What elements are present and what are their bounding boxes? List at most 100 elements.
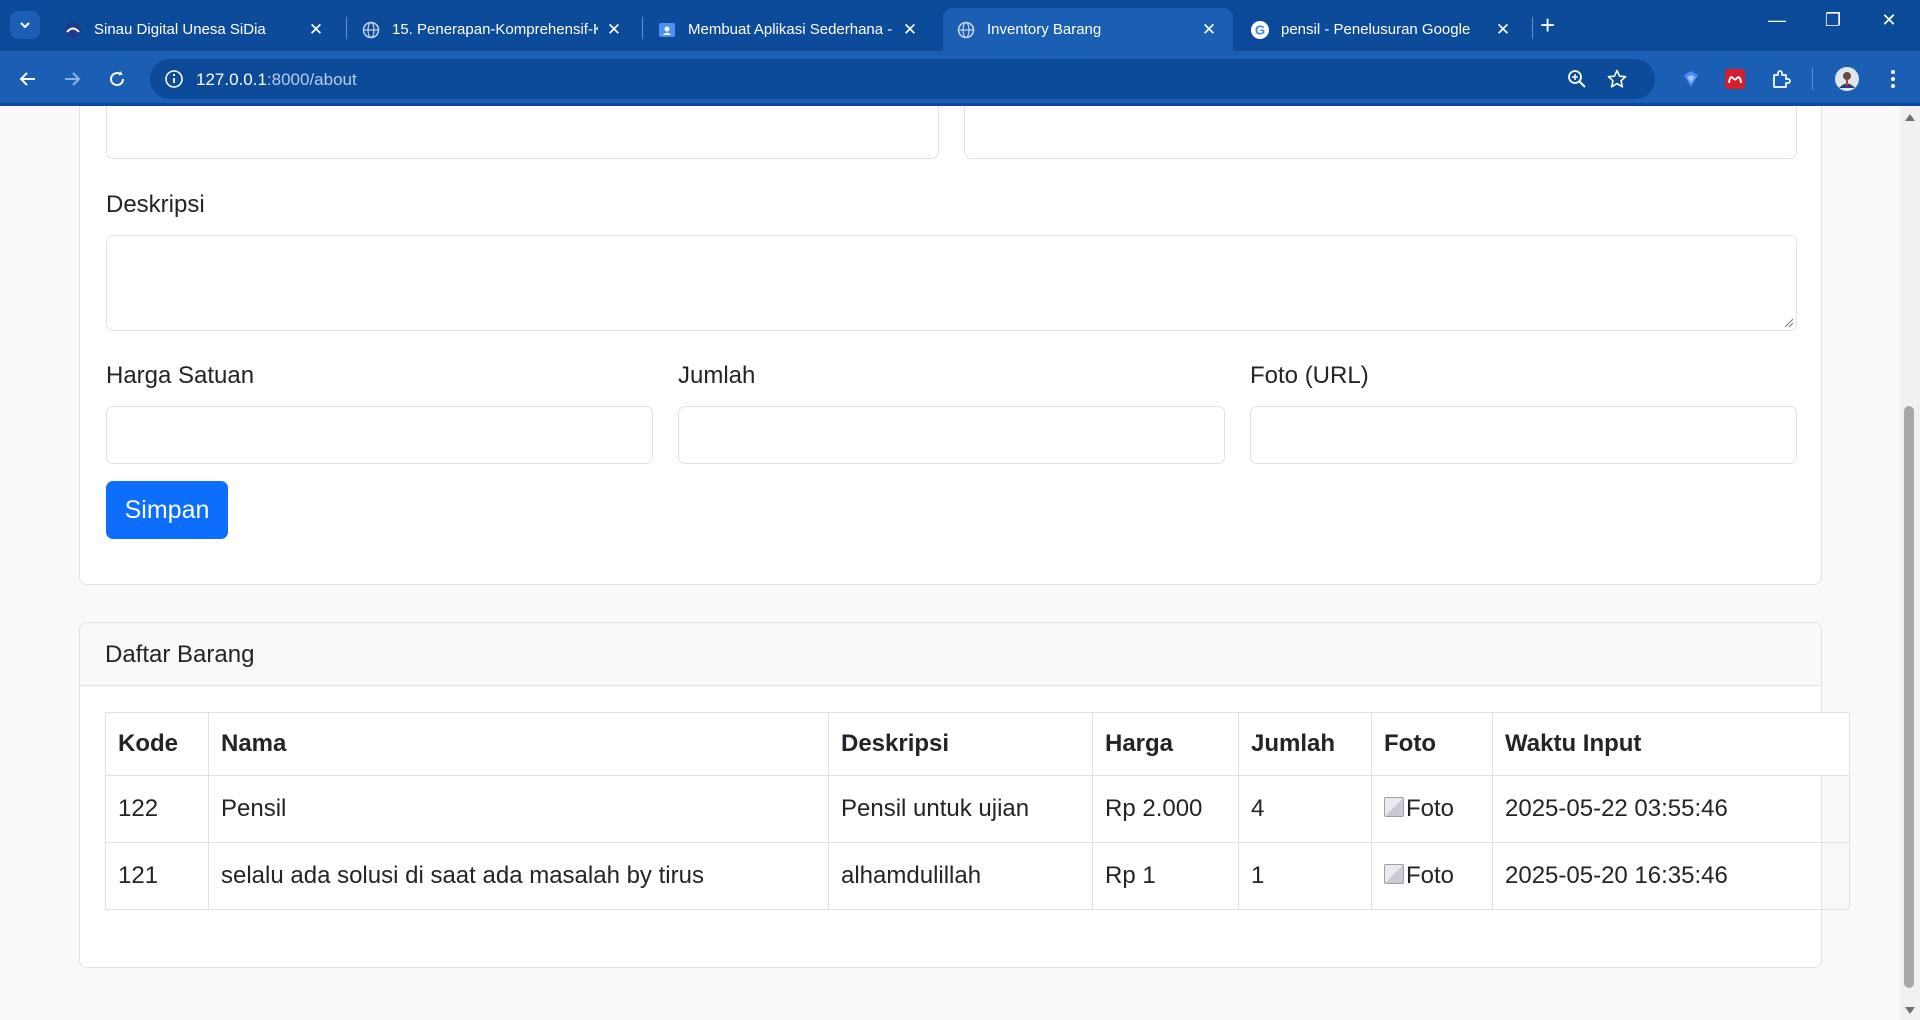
- col-deskripsi: Deskripsi: [828, 712, 1093, 776]
- broken-image: Foto: [1384, 862, 1454, 890]
- cell-waktu-input: 2025-05-20 16:35:46: [1492, 842, 1850, 910]
- tab-title: Membuat Aplikasi Sederhana -: [688, 21, 893, 38]
- profile-avatar[interactable]: [1835, 67, 1859, 91]
- daftar-barang-card: Daftar Barang Kode Nama Deskripsi Harga …: [79, 622, 1850, 968]
- new-tab-button[interactable]: +: [1540, 11, 1555, 39]
- google-icon: G: [1251, 20, 1269, 39]
- foto-alt-text: Foto: [1406, 794, 1455, 822]
- col-foto: Foto: [1371, 712, 1493, 776]
- tab-title: 15. Penerapan-Komprehensif-K: [392, 21, 598, 38]
- address-bar[interactable]: 127.0.0.1:8000/about: [150, 59, 1655, 99]
- scroll-up-arrow-icon[interactable]: [1905, 114, 1915, 121]
- arrow-left-icon: [19, 72, 35, 86]
- url-text: 127.0.0.1:8000/about: [196, 70, 357, 90]
- cell-deskripsi: Pensil untuk ujian: [828, 775, 1093, 843]
- tab-penerapan[interactable]: 15. Penerapan-Komprehensif-K ✕: [348, 8, 638, 51]
- foto-url-label: Foto (URL): [1250, 362, 1369, 389]
- foto-url-input[interactable]: [1250, 406, 1797, 464]
- form-card: Deskripsi Harga Satuan Jumlah Foto (URL)…: [79, 106, 1822, 585]
- cell-jumlah: 1: [1238, 842, 1372, 910]
- cell-kode: 121: [105, 842, 209, 910]
- close-window-button[interactable]: ✕: [1866, 10, 1912, 31]
- jumlah-label: Jumlah: [678, 362, 756, 389]
- tab-membuat-aplikasi[interactable]: Membuat Aplikasi Sederhana - ✕: [644, 8, 934, 51]
- cell-nama: Pensil: [208, 775, 829, 843]
- deskripsi-textarea[interactable]: [106, 235, 1797, 331]
- simpan-button[interactable]: Simpan: [106, 481, 228, 539]
- harga-satuan-label: Harga Satuan: [106, 362, 255, 389]
- broken-image: Foto: [1384, 795, 1454, 823]
- page-scrollbar[interactable]: [1900, 106, 1920, 1020]
- reload-icon: [110, 71, 125, 87]
- cell-harga: Rp 2.000: [1092, 775, 1239, 843]
- close-tab-icon[interactable]: ✕: [604, 20, 624, 40]
- deskripsi-label: Deskripsi: [106, 191, 205, 218]
- card-header: Daftar Barang: [80, 623, 1821, 686]
- tab-title: Sinau Digital Unesa SiDia: [94, 21, 266, 38]
- zoom-icon[interactable]: [1566, 68, 1588, 90]
- page-viewport: Deskripsi Harga Satuan Jumlah Foto (URL)…: [0, 106, 1900, 1020]
- cell-foto: Foto: [1371, 842, 1493, 910]
- col-harga: Harga: [1092, 712, 1239, 776]
- close-tab-icon[interactable]: ✕: [1199, 20, 1219, 40]
- close-tab-icon[interactable]: ✕: [306, 20, 326, 40]
- scrollbar-thumb[interactable]: [1904, 406, 1914, 988]
- table-header-row: Kode Nama Deskripsi Harga Jumlah Foto Wa…: [105, 712, 1850, 776]
- toolbar-divider: [1812, 68, 1813, 90]
- tab-divider: [346, 17, 347, 39]
- chevron-down-icon: [20, 22, 30, 29]
- tab-title: Inventory Barang: [987, 21, 1102, 38]
- tab-divider: [1532, 17, 1533, 39]
- tab-divider: [642, 17, 643, 39]
- barang-table: Kode Nama Deskripsi Harga Jumlah Foto Wa…: [105, 712, 1850, 910]
- broken-image-icon: [1384, 796, 1404, 817]
- back-button[interactable]: [14, 65, 42, 93]
- nama-input[interactable]: [964, 106, 1797, 159]
- tab-google-search[interactable]: G pensil - Penelusuran Google ✕: [1237, 8, 1527, 51]
- svg-text:G: G: [1255, 22, 1265, 37]
- col-jumlah: Jumlah: [1238, 712, 1372, 776]
- globe-icon: [957, 21, 975, 39]
- sidia-logo-icon: [64, 21, 82, 39]
- harga-satuan-input[interactable]: [106, 406, 653, 464]
- col-kode: Kode: [105, 712, 209, 776]
- kode-input[interactable]: [106, 106, 939, 159]
- scroll-down-arrow-icon[interactable]: [1905, 1007, 1915, 1014]
- forward-button[interactable]: [58, 65, 86, 93]
- col-nama: Nama: [208, 712, 829, 776]
- classroom-icon: [658, 21, 676, 39]
- table-row: 121 selalu ada solusi di saat ada masala…: [105, 842, 1850, 910]
- reload-button[interactable]: [103, 65, 131, 93]
- cell-jumlah: 4: [1238, 775, 1372, 843]
- tab-inventory-barang[interactable]: Inventory Barang ✕: [943, 8, 1233, 51]
- table-row: 122 Pensil Pensil untuk ujian Rp 2.000 4…: [105, 775, 1850, 843]
- close-tab-icon[interactable]: ✕: [1493, 20, 1513, 40]
- cell-kode: 122: [105, 775, 209, 843]
- jumlah-input[interactable]: [678, 406, 1225, 464]
- extension-mendeley-icon[interactable]: [1723, 67, 1747, 91]
- restore-button[interactable]: ❐: [1810, 10, 1856, 31]
- cell-foto: Foto: [1371, 775, 1493, 843]
- tab-title: pensil - Penelusuran Google: [1281, 21, 1471, 38]
- site-info-icon[interactable]: [164, 69, 184, 89]
- cell-nama: selalu ada solusi di saat ada masalah by…: [208, 842, 829, 910]
- tab-strip: Sinau Digital Unesa SiDia ✕ 15. Penerapa…: [0, 0, 1920, 51]
- minimize-button[interactable]: —: [1754, 10, 1800, 31]
- daftar-barang-title: Daftar Barang: [105, 641, 255, 668]
- arrow-right-icon: [65, 72, 81, 86]
- resize-handle-icon[interactable]: [1784, 318, 1794, 328]
- extensions-puzzle-icon[interactable]: [1769, 67, 1793, 91]
- browser-toolbar: 127.0.0.1:8000/about: [0, 51, 1920, 106]
- foto-alt-text: Foto: [1406, 861, 1455, 889]
- url-path: :8000/about: [266, 70, 357, 89]
- tab-sidia[interactable]: Sinau Digital Unesa SiDia ✕: [50, 8, 340, 51]
- tab-search-button[interactable]: [10, 11, 40, 39]
- close-tab-icon[interactable]: ✕: [900, 20, 920, 40]
- bookmark-star-icon[interactable]: [1606, 68, 1628, 90]
- globe-icon: [362, 21, 380, 39]
- extension-shield-icon[interactable]: [1679, 67, 1703, 91]
- browser-menu-icon[interactable]: [1881, 67, 1905, 91]
- url-host: 127.0.0.1: [196, 70, 267, 89]
- col-waktu-input: Waktu Input: [1492, 712, 1850, 776]
- cell-harga: Rp 1: [1092, 842, 1239, 910]
